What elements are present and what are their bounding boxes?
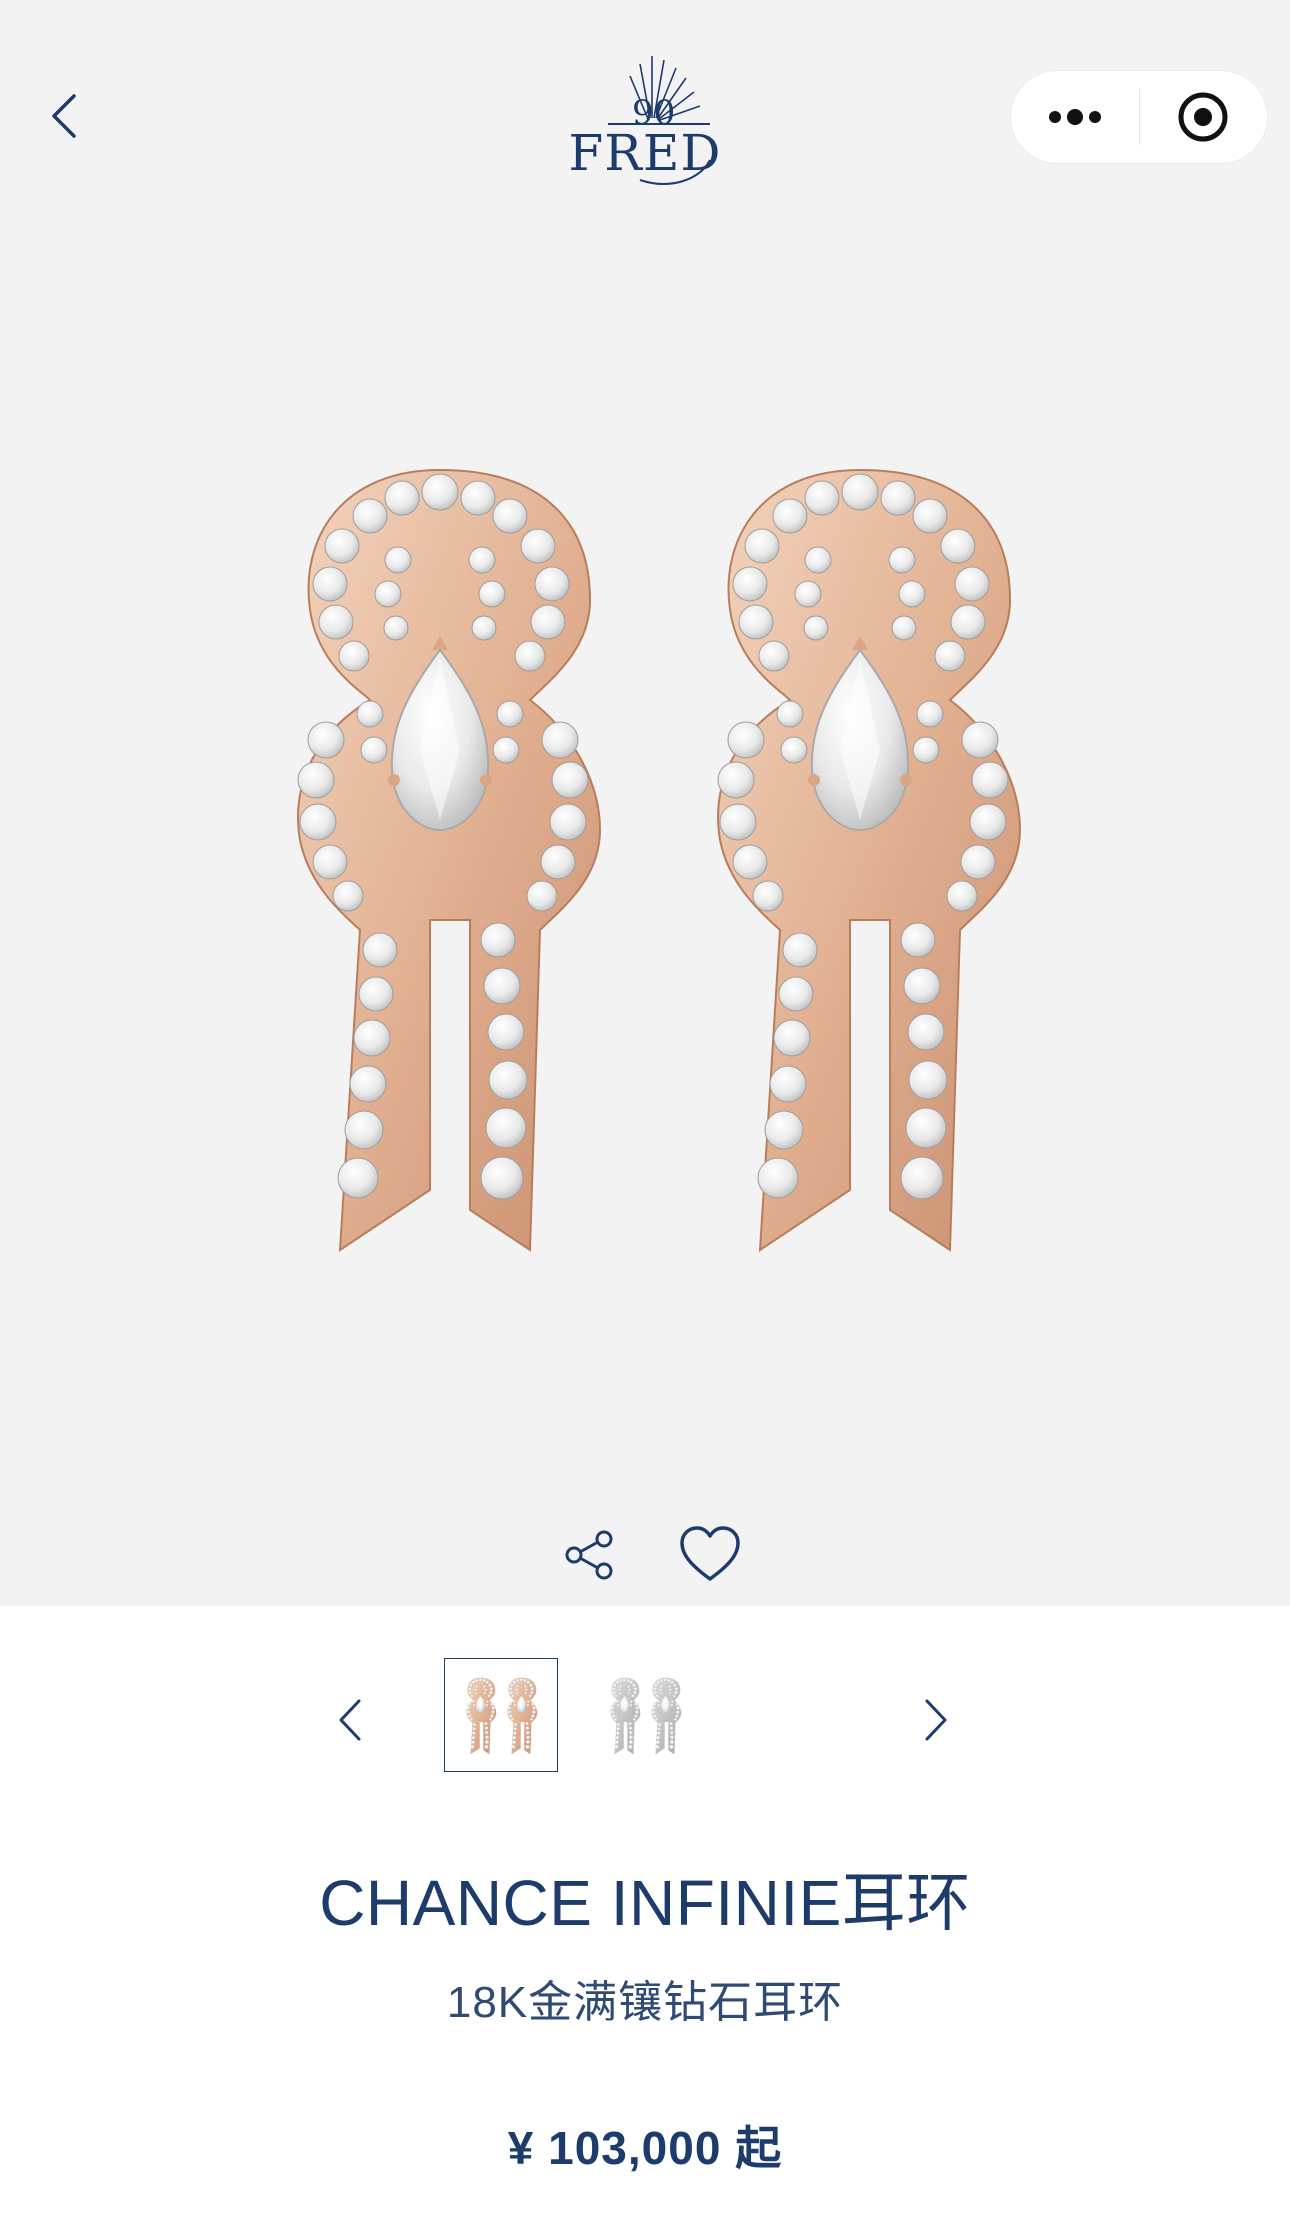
product-price: ¥ 103,000 起 [507,2122,783,2174]
more-button[interactable] [1011,70,1139,164]
target-close-icon [1178,92,1228,142]
white-gold-earrings-thumbnail [610,1677,682,1755]
heart-icon [680,1526,740,1581]
thumbnail-rose-gold[interactable] [444,1658,558,1772]
share-icon [565,1530,613,1580]
favorite-button[interactable] [670,1520,750,1590]
thumbnail-next-button[interactable] [906,1680,966,1760]
brand-logo: 90 FRED [560,48,730,188]
mini-program-capsule [1010,70,1268,164]
chevron-right-icon [925,1699,947,1741]
product-hero: 90 FRED [0,0,1290,1606]
more-dots-icon [1048,109,1101,125]
product-title: CHANCE INFINIE耳环 [319,1867,971,1939]
product-actions [540,1520,760,1590]
share-button[interactable] [550,1520,630,1590]
rose-gold-earrings-thumbnail [466,1677,538,1755]
product-image [297,469,1021,1251]
chevron-left-icon [52,94,76,138]
thumbnail-white-gold[interactable] [588,1658,702,1772]
thumbnail-prev-button[interactable] [320,1680,380,1760]
brand-name: FRED [568,124,722,182]
back-button[interactable] [36,80,92,152]
product-subtitle: 18K金满镶钻石耳环 [446,1978,844,2027]
chevron-left-icon [339,1699,361,1741]
close-button[interactable] [1140,70,1268,164]
